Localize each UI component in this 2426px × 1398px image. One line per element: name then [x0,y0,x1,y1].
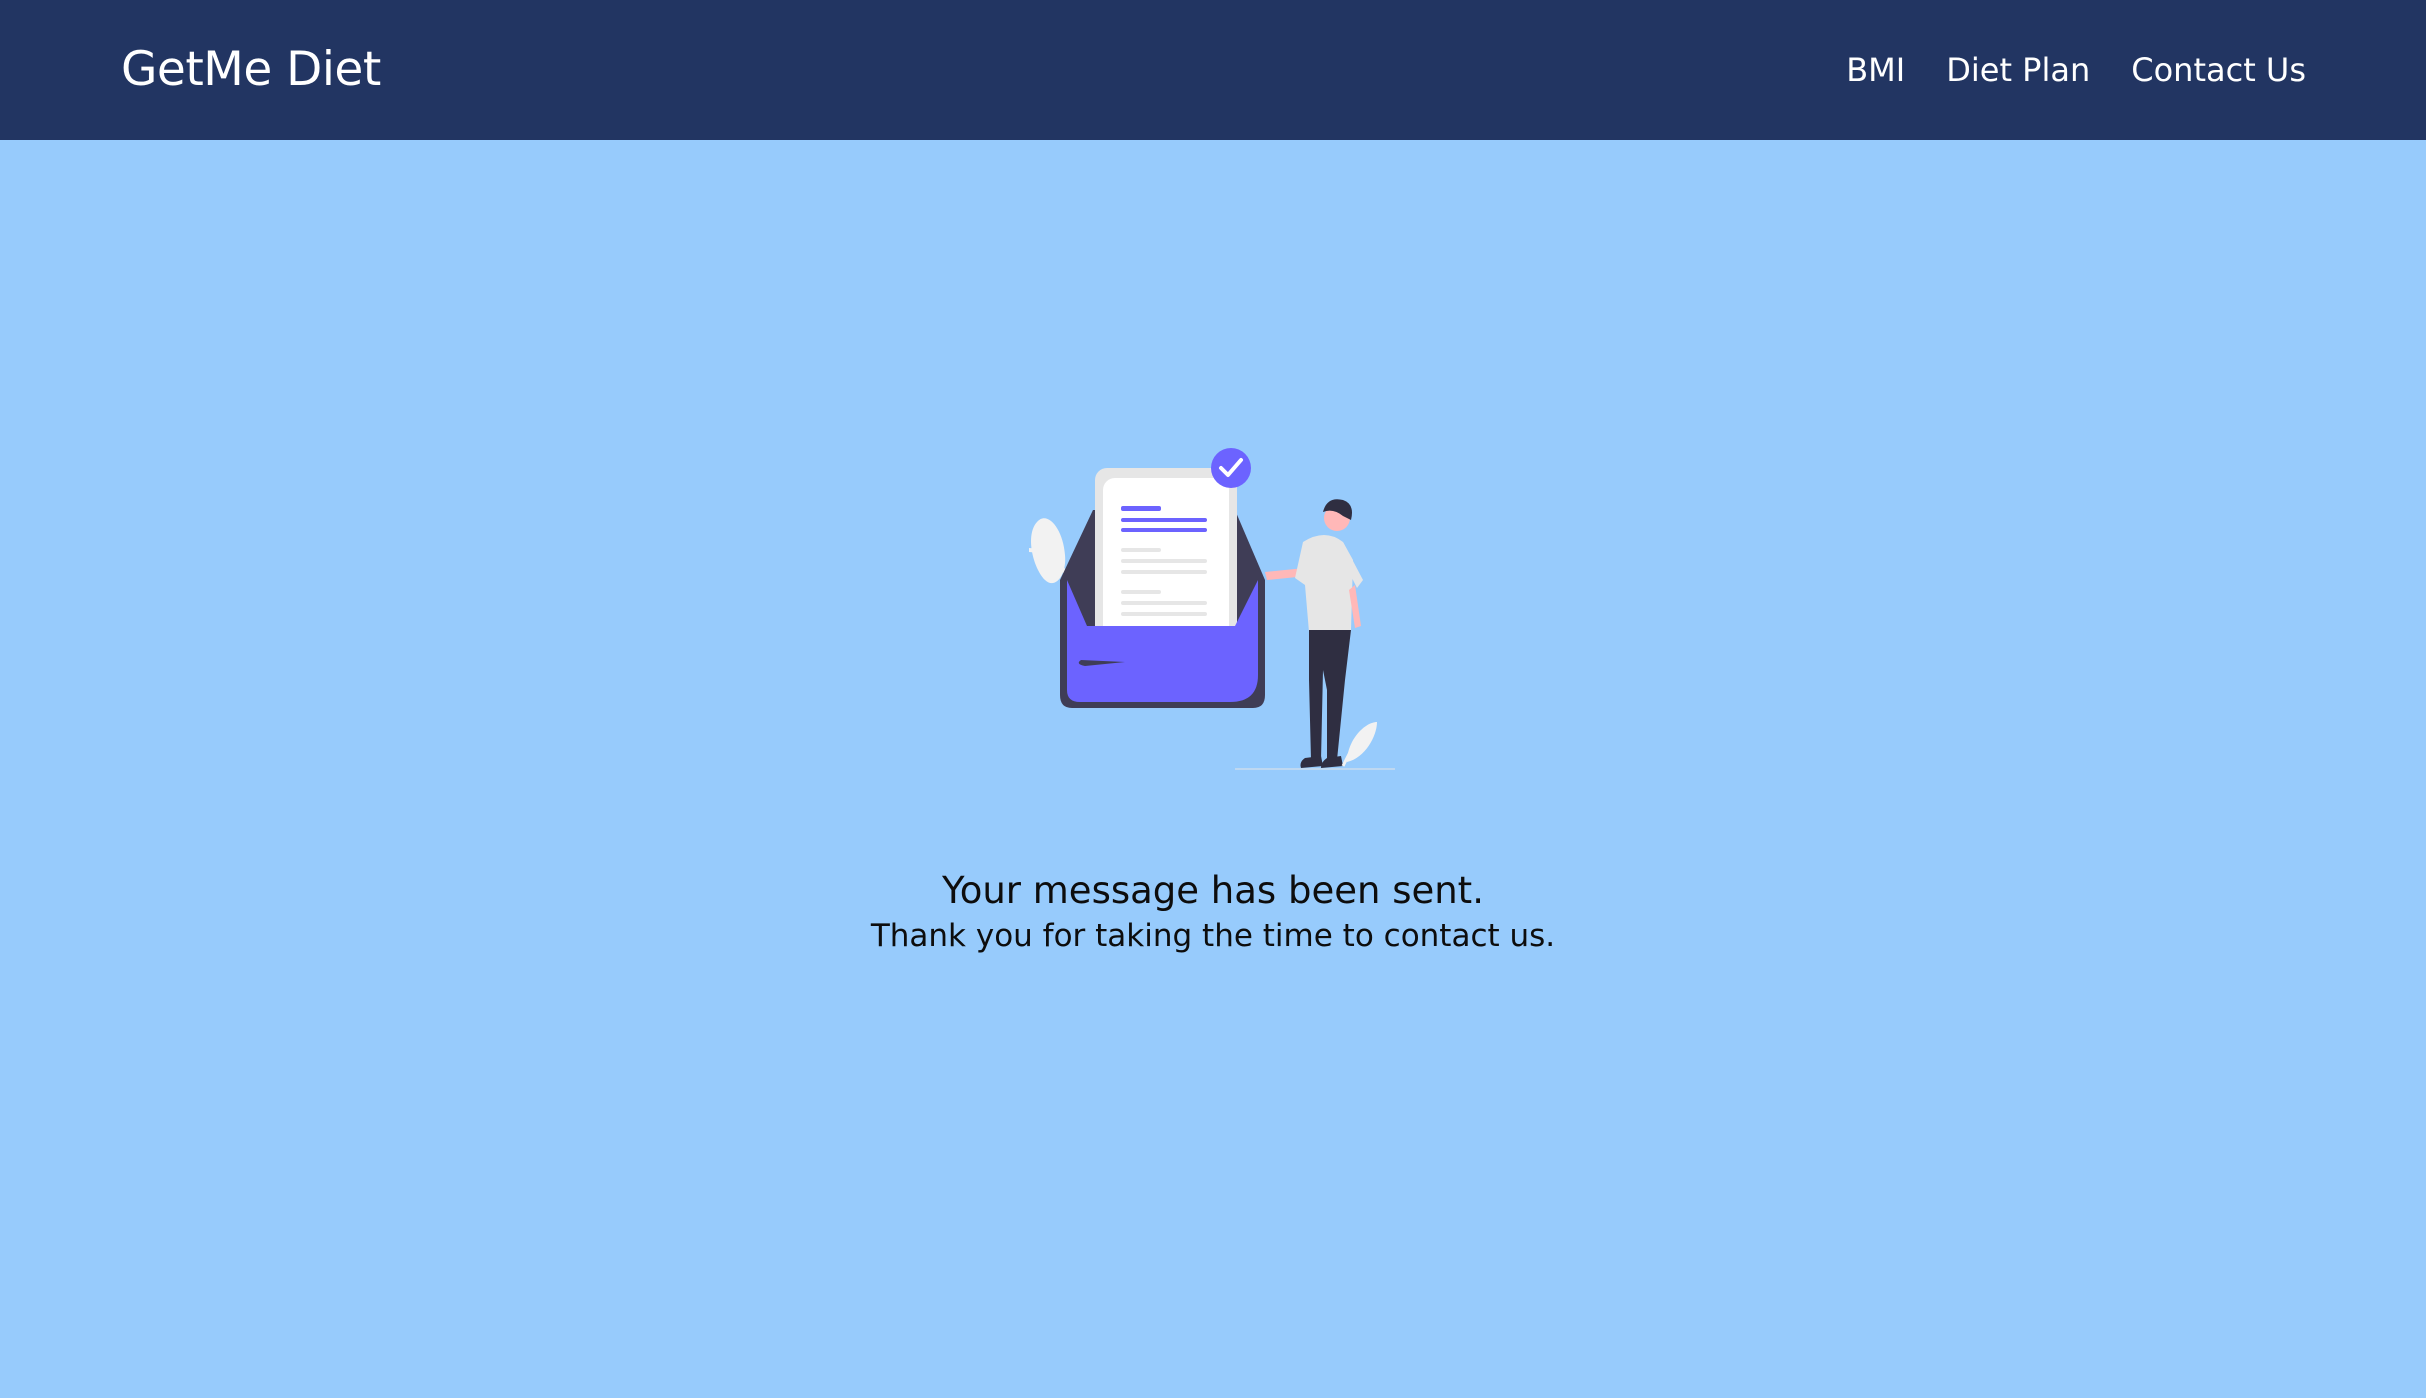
nav-link-diet-plan[interactable]: Diet Plan [1946,51,2090,89]
check-badge-icon [1211,448,1251,488]
leaf-right-icon [1347,722,1377,762]
confirmation-title: Your message has been sent. [942,869,1484,912]
nav-links: BMI Diet Plan Contact Us [1846,0,2306,140]
brand-logo-link[interactable]: GetMe Diet [121,0,381,140]
nav-link-bmi[interactable]: BMI [1846,51,1905,89]
top-navbar: GetMe Diet BMI Diet Plan Contact Us [0,0,2426,140]
nav-link-contact-us[interactable]: Contact Us [2131,51,2306,89]
message-sent-illustration [1028,448,1395,770]
person-figure [1265,499,1363,768]
confirmation-subtitle: Thank you for taking the time to contact… [870,918,1556,954]
confirmation-message: Your message has been sent. Thank you fo… [0,866,2426,956]
